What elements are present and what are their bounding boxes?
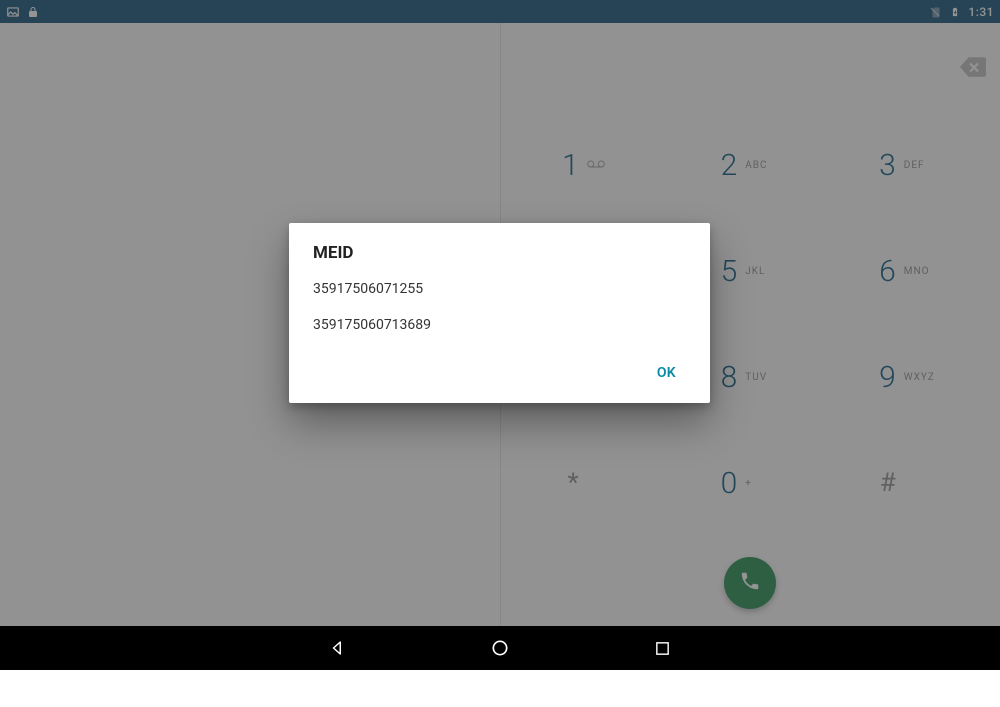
- ok-button[interactable]: OK: [647, 357, 686, 389]
- meid-dialog: MEID 35917506071255 359175060713689 OK: [289, 223, 710, 403]
- navigation-bar: [0, 626, 1000, 670]
- meid-value-2: 359175060713689: [313, 317, 686, 333]
- nav-home-button[interactable]: [489, 637, 511, 659]
- nav-recents-button[interactable]: [651, 637, 673, 659]
- device-screen: 1:31 1 2ABC 3DEF 4GHI 5JKL 6MNO 7PQRS 8T…: [0, 0, 1000, 626]
- meid-value-1: 35917506071255: [313, 281, 686, 297]
- nav-back-button[interactable]: [327, 637, 349, 659]
- dialog-actions: OK: [313, 353, 686, 395]
- dialog-title: MEID: [313, 243, 686, 263]
